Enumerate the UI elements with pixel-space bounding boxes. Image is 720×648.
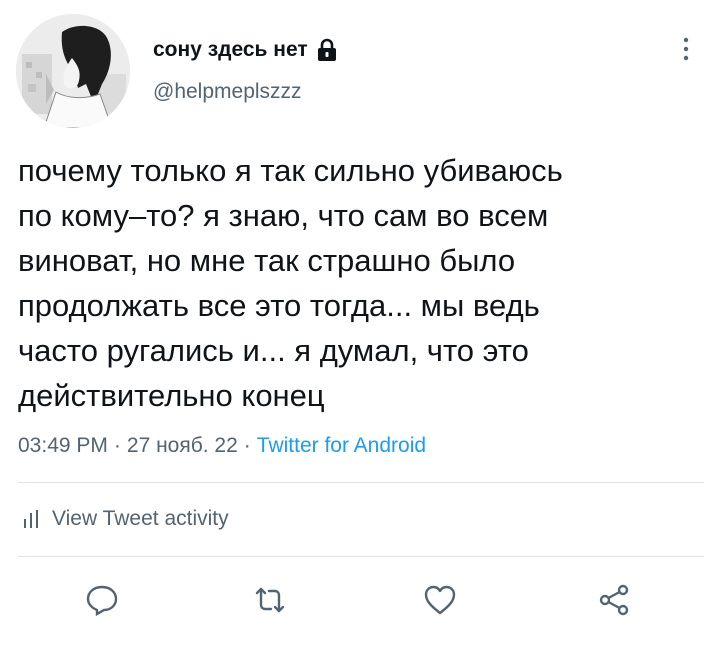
tweet-meta: 03:49 PM · 27 нояб. 22 · Twitter for And… [18, 434, 426, 458]
reply-icon[interactable] [80, 578, 124, 622]
tweet-actions-bar [0, 578, 720, 622]
divider [18, 556, 704, 557]
display-name[interactable]: сону здесь нет [153, 38, 308, 62]
meta-separator: · [113, 434, 121, 457]
avatar-image [16, 14, 130, 128]
tweet-text: почему только я так сильно убиваюсь по к… [18, 153, 563, 413]
bar-chart-icon [22, 509, 40, 529]
more-options-icon[interactable] [676, 34, 696, 64]
retweet-icon[interactable] [248, 578, 292, 622]
user-handle[interactable]: @helpmeplszzz [153, 80, 302, 104]
user-name-row[interactable]: сону здесь нет [153, 38, 338, 62]
view-tweet-activity-button[interactable]: View Tweet activity [22, 507, 229, 531]
tweet-source-link[interactable]: Twitter for Android [257, 434, 426, 458]
tweet-date[interactable]: 27 нояб. 22 [127, 434, 238, 458]
heart-icon[interactable] [418, 578, 462, 622]
meta-separator: · [243, 434, 251, 457]
avatar[interactable] [16, 14, 130, 128]
divider [18, 482, 704, 483]
tweet-time[interactable]: 03:49 PM [18, 434, 108, 458]
lock-icon [316, 38, 338, 62]
share-icon[interactable] [592, 578, 636, 622]
view-tweet-activity-label: View Tweet activity [52, 507, 229, 530]
